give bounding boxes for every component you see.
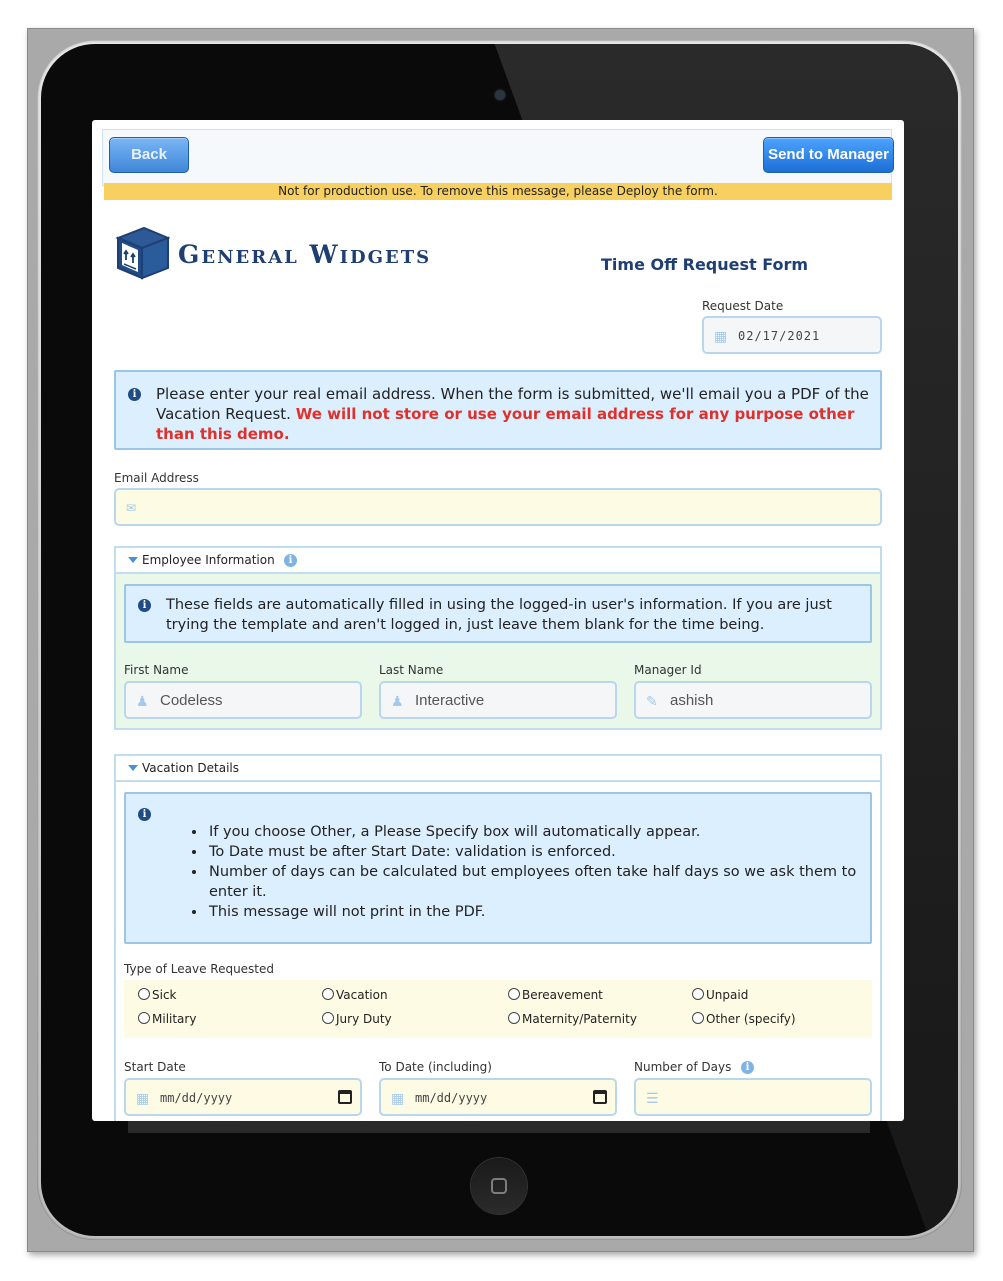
employee-notice-text: These fields are automatically filled in… xyxy=(166,597,832,633)
manager-id-value: ashish xyxy=(670,692,714,709)
collapse-triangle-icon[interactable] xyxy=(128,765,138,771)
first-name-value: Codeless xyxy=(160,692,223,709)
radio-option-military[interactable]: Military xyxy=(138,1012,196,1026)
email-label: Email Address xyxy=(114,471,199,485)
send-to-manager-button[interactable]: Send to Manager xyxy=(763,137,894,173)
radio-label: Vacation xyxy=(336,988,388,1002)
radio-circle[interactable] xyxy=(508,988,520,1000)
edit-icon: ✎ xyxy=(646,693,658,709)
toolbar: Back Send to Manager xyxy=(102,129,894,186)
radio-label: Sick xyxy=(152,988,177,1002)
notice-bullet: To Date must be after Start Date: valida… xyxy=(207,842,877,862)
employee-info-header[interactable]: Employee Information i xyxy=(116,548,880,574)
start-date-label: Start Date xyxy=(124,1060,186,1074)
calendar-picker-icon[interactable] xyxy=(593,1090,607,1104)
home-button[interactable] xyxy=(471,1158,527,1214)
radio-label: Jury Duty xyxy=(336,1012,392,1026)
leave-type-radio-group: Sick Vacation Bereavement Unpaid Militar… xyxy=(124,980,872,1038)
first-name-field[interactable]: ♟ Codeless xyxy=(124,681,362,719)
email-notice-text: Please enter your real email address. Wh… xyxy=(156,384,872,444)
radio-option-maternity-paternity[interactable]: Maternity/Paternity xyxy=(508,1012,637,1026)
info-icon: i xyxy=(138,808,151,821)
vacation-details-section: Vacation Details i If you choose Other, … xyxy=(114,754,882,1121)
radio-option-bereavement[interactable]: Bereavement xyxy=(508,988,603,1002)
collapse-triangle-icon[interactable] xyxy=(128,557,138,563)
email-field[interactable]: ✉ xyxy=(114,488,882,526)
notice-bullet: If you choose Other, a Please Specify bo… xyxy=(207,822,877,842)
vacation-notice-list: If you choose Other, a Please Specify bo… xyxy=(207,822,877,922)
radio-label: Military xyxy=(152,1012,197,1026)
info-icon[interactable]: i xyxy=(284,554,297,567)
info-icon: i xyxy=(138,599,151,612)
logo-wordmark: General Widgets xyxy=(178,240,432,269)
radio-circle[interactable] xyxy=(692,1012,704,1024)
home-square-icon xyxy=(491,1178,507,1194)
vacation-details-title: Vacation Details xyxy=(142,761,239,775)
to-date-field[interactable]: ▦ mm/dd/yyyy xyxy=(379,1078,617,1116)
manager-id-label: Manager Id xyxy=(634,663,702,677)
start-date-placeholder: mm/dd/yyyy xyxy=(160,1091,233,1105)
radio-option-unpaid[interactable]: Unpaid xyxy=(692,988,748,1002)
num-days-label: Number of Days xyxy=(634,1060,732,1074)
screen-scroll-edge xyxy=(128,1121,870,1133)
radio-circle[interactable] xyxy=(692,988,704,1000)
request-date-field[interactable]: ▦ 02/17/2021 xyxy=(702,316,882,354)
back-button[interactable]: Back xyxy=(109,137,189,173)
radio-circle[interactable] xyxy=(138,988,150,1000)
notice-bullet: Number of days can be calculated but emp… xyxy=(207,862,877,902)
radio-option-jury-duty[interactable]: Jury Duty xyxy=(322,1012,392,1026)
radio-option-other[interactable]: Other (specify) xyxy=(692,1012,796,1026)
leave-type-label: Type of Leave Requested xyxy=(124,962,275,976)
form-title: Time Off Request Form xyxy=(601,255,809,274)
calendar-icon: ▦ xyxy=(136,1090,150,1106)
list-icon: ☰ xyxy=(646,1090,659,1106)
radio-label: Other (specify) xyxy=(706,1012,796,1026)
last-name-value: Interactive xyxy=(415,692,485,709)
radio-circle[interactable] xyxy=(508,1012,520,1024)
employee-notice-box: i These fields are automatically filled … xyxy=(124,584,872,643)
email-notice-box: i Please enter your real email address. … xyxy=(114,370,882,450)
calendar-icon: ▦ xyxy=(391,1090,405,1106)
to-date-placeholder: mm/dd/yyyy xyxy=(415,1091,488,1105)
radio-label: Bereavement xyxy=(522,988,603,1002)
radio-label: Unpaid xyxy=(706,988,749,1002)
radio-circle[interactable] xyxy=(322,988,334,1000)
manager-id-field[interactable]: ✎ ashish xyxy=(634,681,872,719)
radio-label: Maternity/Paternity xyxy=(522,1012,637,1026)
employee-info-section: Employee Information i i These fields ar… xyxy=(114,546,882,730)
start-date-field[interactable]: ▦ mm/dd/yyyy xyxy=(124,1078,362,1116)
calendar-picker-icon[interactable] xyxy=(338,1090,352,1104)
to-date-label: To Date (including) xyxy=(379,1060,492,1074)
box-logo-icon xyxy=(115,226,170,280)
request-date-label: Request Date xyxy=(702,299,784,313)
form-screen: Back Send to Manager Not for production … xyxy=(92,120,904,1121)
envelope-icon: ✉ xyxy=(126,501,137,515)
employee-info-title: Employee Information xyxy=(142,553,275,567)
radio-circle[interactable] xyxy=(138,1012,150,1024)
info-icon[interactable]: i xyxy=(741,1061,754,1074)
info-icon: i xyxy=(128,388,141,401)
radio-option-sick[interactable]: Sick xyxy=(138,988,177,1002)
num-days-field[interactable]: ☰ xyxy=(634,1078,872,1116)
request-date-value: 02/17/2021 xyxy=(738,329,821,343)
camera-icon xyxy=(495,90,505,100)
vacation-details-header[interactable]: Vacation Details xyxy=(116,756,880,782)
production-warning-bar: Not for production use. To remove this m… xyxy=(104,183,892,200)
last-name-field[interactable]: ♟ Interactive xyxy=(379,681,617,719)
last-name-label: Last Name xyxy=(379,663,444,677)
person-icon: ♟ xyxy=(136,693,149,709)
radio-option-vacation[interactable]: Vacation xyxy=(322,988,388,1002)
notice-bullet: This message will not print in the PDF. xyxy=(207,902,877,922)
vacation-notice-box: i If you choose Other, a Please Specify … xyxy=(124,792,872,944)
radio-circle[interactable] xyxy=(322,1012,334,1024)
person-icon: ♟ xyxy=(391,693,404,709)
calendar-icon: ▦ xyxy=(714,328,728,344)
company-logo: General Widgets xyxy=(114,224,484,280)
first-name-label: First Name xyxy=(124,663,189,677)
